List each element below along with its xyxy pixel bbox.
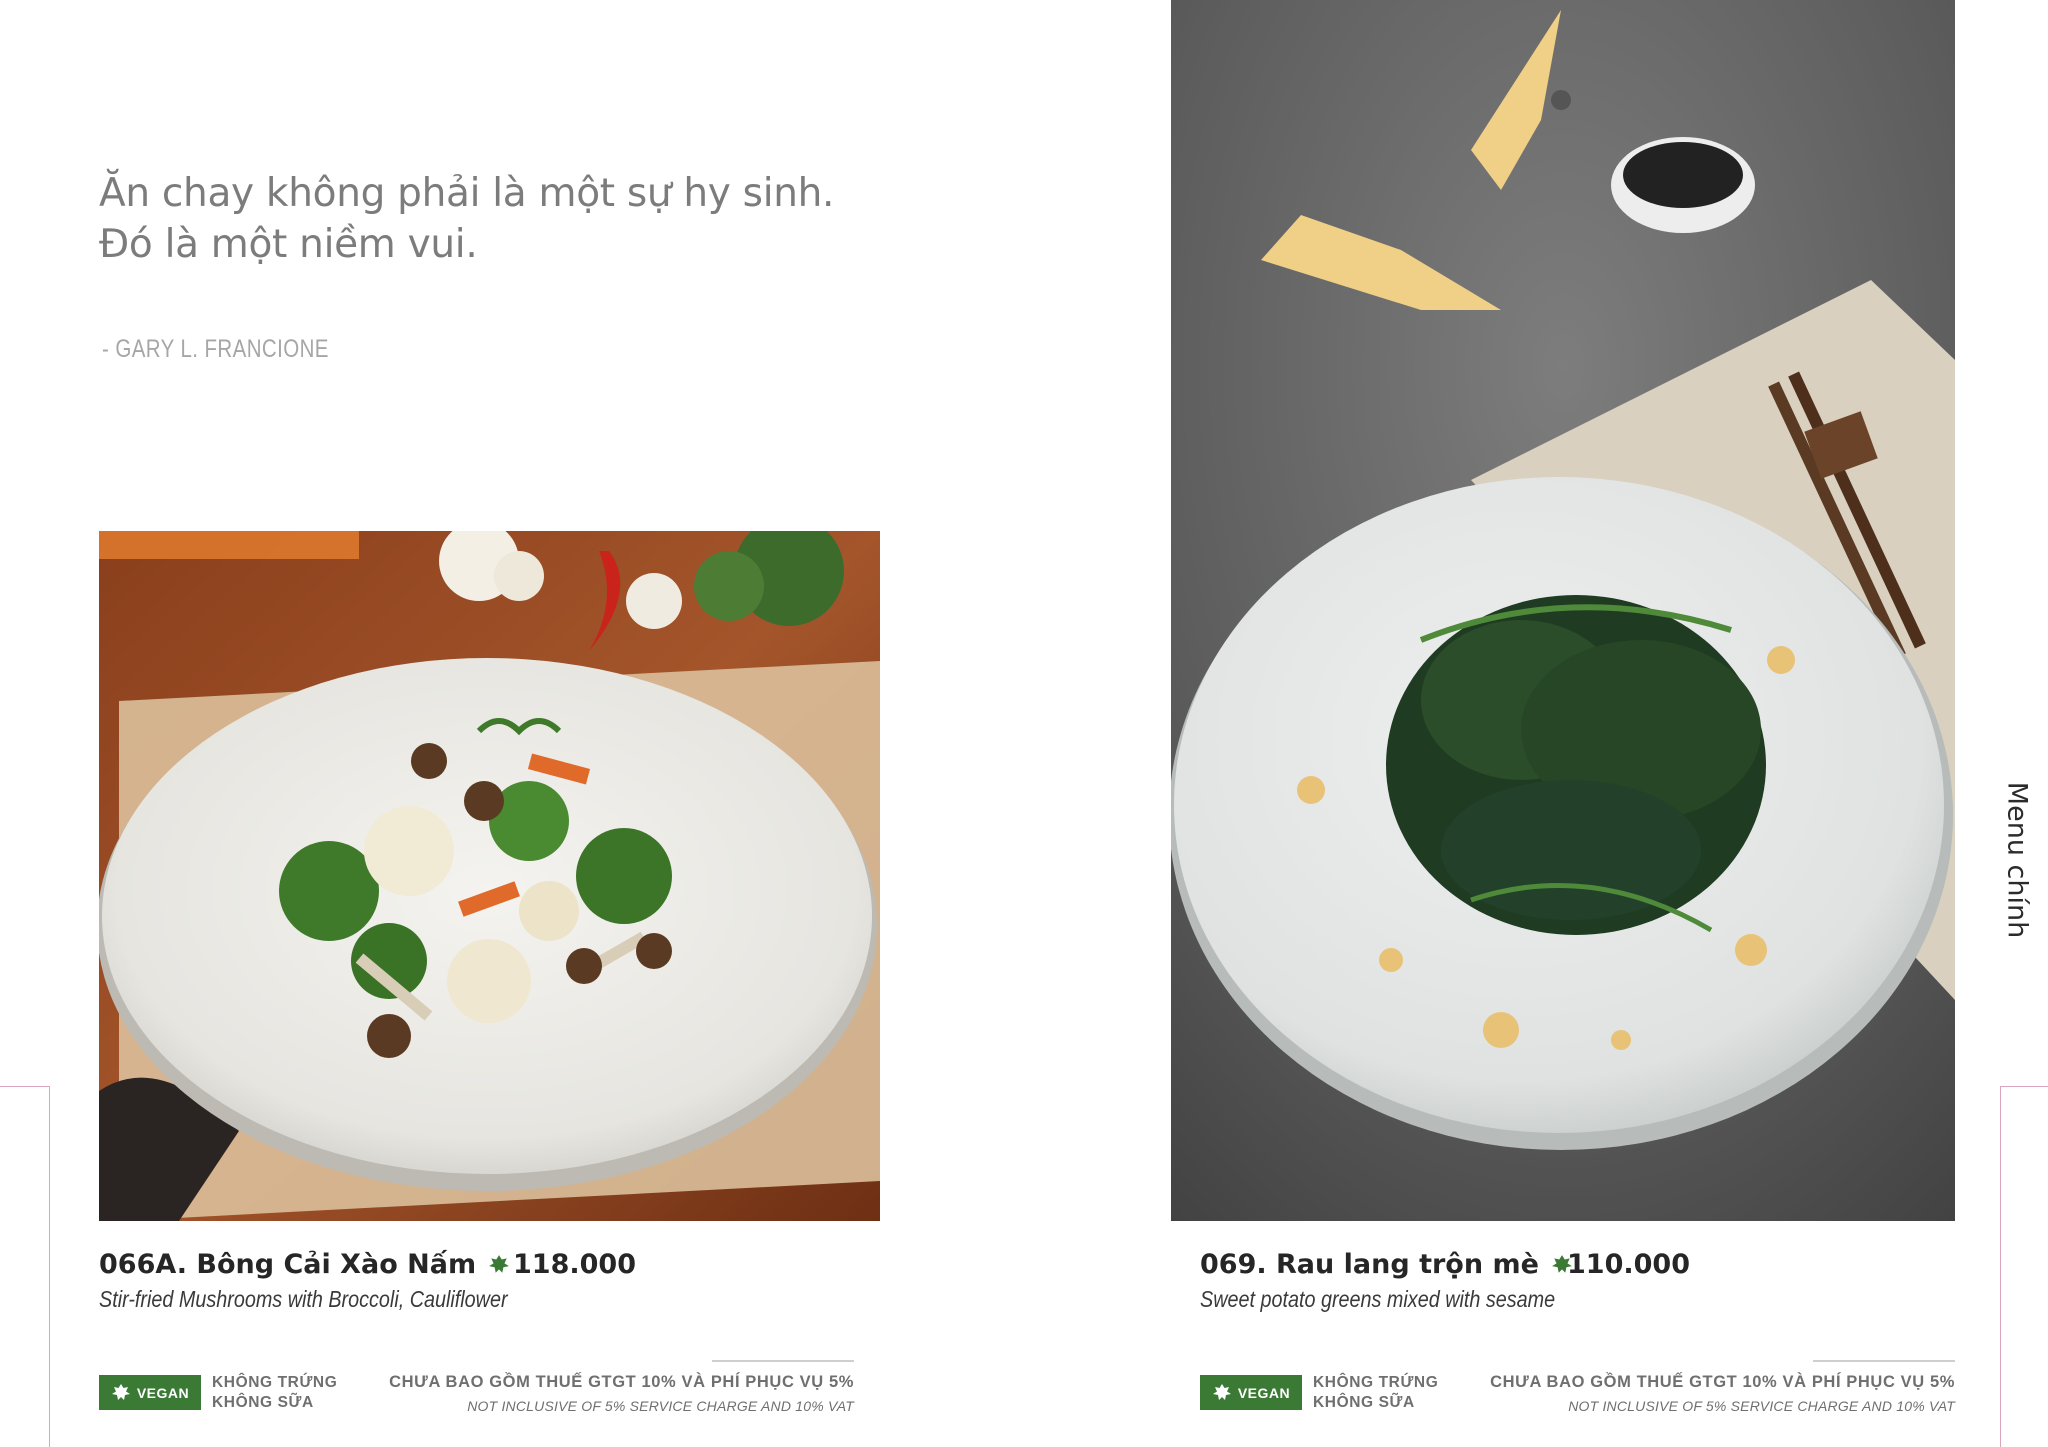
dish-title-text: 069. Rau lang trộn mè xyxy=(1200,1249,1539,1280)
no-egg-note: KHÔNG TRỨNG xyxy=(1313,1374,1439,1391)
vegan-badge: VEGAN xyxy=(1200,1375,1302,1410)
frame-line-left-top xyxy=(0,1086,49,1087)
dish-photo-broccoli-mushroom xyxy=(99,531,880,1221)
leaf-icon xyxy=(489,1254,510,1273)
no-milk-note: KHÔNG SỮA xyxy=(1313,1394,1415,1411)
no-egg-note: KHÔNG TRỨNG xyxy=(212,1374,338,1391)
vegan-leaf-icon xyxy=(111,1383,130,1400)
tax-note-vi: CHƯA BAO GỒM THUẾ GTGT 10% VÀ PHÍ PHỤC V… xyxy=(1490,1373,1955,1391)
frame-line-right xyxy=(2000,1086,2001,1447)
dish-title: 069. Rau lang trộn mè xyxy=(1200,1249,1573,1280)
divider xyxy=(1813,1360,1955,1362)
frame-line-right-top xyxy=(2000,1086,2048,1087)
diet-notes: KHÔNG TRỨNG KHÔNG SỮA xyxy=(1313,1373,1438,1413)
quote-author: - GARY L. FRANCIONE xyxy=(102,335,329,363)
section-tab-menu: Menu chính xyxy=(1992,780,2042,940)
diet-notes: KHÔNG TRỨNG KHÔNG SỮA xyxy=(212,1373,337,1413)
dish-price: 118.000 xyxy=(513,1249,636,1280)
no-milk-note: KHÔNG SỮA xyxy=(212,1394,314,1411)
vegan-label: VEGAN xyxy=(136,1384,190,1401)
vegan-leaf-icon xyxy=(1212,1383,1231,1400)
quote-line-2: Đó là một niềm vui. xyxy=(99,222,478,267)
tax-note-en: NOT INCLUSIVE OF 5% SERVICE CHARGE AND 1… xyxy=(1568,1398,1955,1414)
vegan-badge: VEGAN xyxy=(99,1375,201,1410)
tax-note-en: NOT INCLUSIVE OF 5% SERVICE CHARGE AND 1… xyxy=(467,1398,854,1414)
tax-note-vi: CHƯA BAO GỒM THUẾ GTGT 10% VÀ PHÍ PHỤC V… xyxy=(389,1373,854,1391)
dish-title-text: 066A. Bông Cải Xào Nấm xyxy=(99,1249,477,1280)
quote: Ăn chay không phải là một sự hy sinh. Đó… xyxy=(99,168,859,270)
dish-photo-sweet-potato-greens xyxy=(1171,0,1955,1221)
quote-line-1: Ăn chay không phải là một sự hy sinh. xyxy=(99,171,835,216)
divider xyxy=(712,1360,854,1362)
dish-subtitle: Sweet potato greens mixed with sesame xyxy=(1200,1286,1556,1312)
dish-subtitle: Stir-fried Mushrooms with Broccoli, Caul… xyxy=(99,1286,508,1312)
dish-price: 110.000 xyxy=(1567,1249,1690,1280)
vegan-label: VEGAN xyxy=(1237,1384,1291,1401)
frame-line-left xyxy=(49,1086,50,1447)
dish-title: 066A. Bông Cải Xào Nấm xyxy=(99,1249,510,1280)
section-label: Menu chính xyxy=(2001,781,2033,939)
